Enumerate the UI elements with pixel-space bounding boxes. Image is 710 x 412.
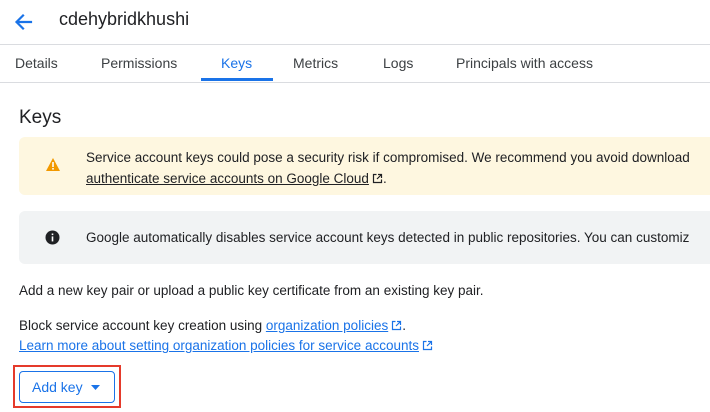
organization-policies-link[interactable]: organization policies — [266, 318, 388, 333]
external-link-icon — [392, 320, 402, 331]
back-button[interactable] — [10, 8, 38, 36]
tab-metrics[interactable]: Metrics — [293, 45, 338, 82]
page-title: cdehybridkhushi — [59, 9, 190, 29]
warning-icon — [46, 158, 60, 171]
policy-text: Block service account key creation using… — [19, 318, 406, 333]
info-icon — [45, 230, 60, 245]
caret-down-icon — [91, 385, 100, 390]
learn-more-link[interactable]: Learn more about setting organization po… — [19, 338, 419, 353]
page-header: cdehybridkhushi — [0, 0, 710, 44]
tab-details[interactable]: Details — [15, 45, 58, 82]
tab-keys[interactable]: Keys — [221, 45, 252, 82]
info-text: Google automatically disables service ac… — [86, 230, 690, 245]
active-tab-indicator — [201, 78, 273, 81]
description-text: Add a new key pair or upload a public ke… — [19, 283, 484, 298]
add-key-button[interactable]: Add key — [19, 371, 115, 403]
warning-line-2: authenticate service accounts on Google … — [86, 168, 690, 189]
info-banner: Google automatically disables service ac… — [19, 211, 710, 264]
warning-banner: Service account keys could pose a securi… — [19, 137, 710, 195]
arrow-left-icon — [14, 13, 33, 31]
tab-bar: Details Permissions Keys Metrics Logs Pr… — [0, 44, 710, 83]
policy-suffix: . — [402, 318, 406, 333]
external-link-icon — [372, 173, 383, 184]
tab-principals-with-access[interactable]: Principals with access — [456, 45, 593, 82]
learn-more-row: Learn more about setting organization po… — [19, 338, 433, 353]
authenticate-service-accounts-link[interactable]: authenticate service accounts on Google … — [86, 171, 369, 186]
section-title: Keys — [19, 107, 62, 128]
tab-permissions[interactable]: Permissions — [101, 45, 177, 82]
warning-text: Service account keys could pose a securi… — [86, 147, 690, 189]
external-link-icon — [422, 340, 433, 351]
warning-line-1: Service account keys could pose a securi… — [86, 150, 690, 165]
add-key-label: Add key — [32, 379, 83, 395]
policy-prefix: Block service account key creation using — [19, 318, 266, 333]
warning-link-suffix: . — [382, 171, 387, 186]
tab-logs[interactable]: Logs — [383, 45, 413, 82]
